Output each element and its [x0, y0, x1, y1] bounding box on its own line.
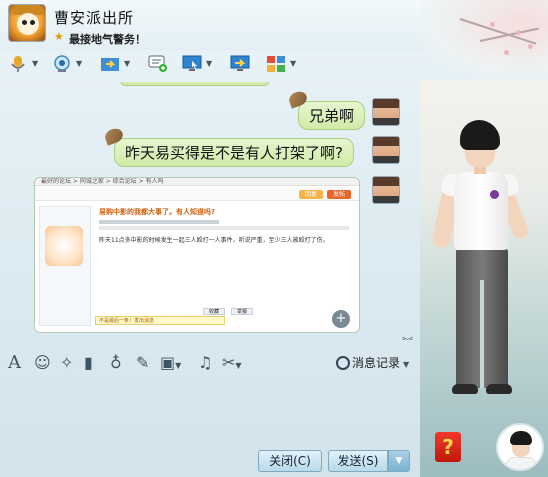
screenshot-favorite: 收藏: [203, 308, 225, 315]
chevron-down-icon[interactable]: ︾: [402, 334, 413, 340]
share-screen-icon: [230, 55, 250, 71]
screenshot-report: 举报: [231, 308, 253, 315]
close-chat-button[interactable]: 关闭(C): [258, 450, 322, 472]
share-screen-button[interactable]: [230, 53, 256, 77]
shake-window-icon[interactable]: ▮: [84, 353, 93, 373]
apps-button[interactable]: ▼: [266, 53, 302, 77]
screenshot-post-title: 易购中影的我都大事了。有人知道吗?: [99, 208, 216, 216]
send-options-chevron-icon[interactable]: ▼: [388, 450, 410, 472]
send-image-icon[interactable]: ▣▼: [160, 353, 181, 373]
music-icon[interactable]: ♫: [198, 353, 212, 373]
contact-signature: 最接地气警务！: [69, 33, 146, 46]
shirt-logo-icon: [490, 190, 499, 199]
self-avatar[interactable]: [496, 423, 544, 471]
font-icon[interactable]: A: [8, 353, 21, 373]
help-question-icon[interactable]: ?: [435, 432, 461, 462]
emoji-icon[interactable]: ☺: [34, 353, 51, 373]
sender-avatar[interactable]: [372, 98, 400, 126]
sender-avatar[interactable]: [372, 176, 400, 204]
sender-avatar[interactable]: [372, 136, 400, 164]
screenshot-footer: 不是最后一条！发出消息: [95, 316, 225, 325]
contact-name[interactable]: 曹安派出所: [54, 7, 134, 28]
contact-avatar[interactable]: [8, 4, 46, 42]
message-bubble[interactable]: 兄弟啊: [287, 89, 366, 130]
screenshot-post-text: 昨天11点多中影的时候发生一起三人殴打一人事件，听说严重，至少三人被殴打了伤。: [99, 237, 329, 244]
voice-call-button[interactable]: ▼: [8, 53, 42, 77]
send-button[interactable]: 发送(S): [328, 450, 388, 472]
zoom-in-icon[interactable]: +: [332, 310, 350, 328]
truncated-message: …: [120, 82, 270, 86]
screenshot-breadcrumb: 最好的论坛 > 同城之家 > 综合论坛 > 有人吗: [35, 178, 359, 186]
message-text: 兄弟啊: [309, 107, 355, 125]
screenshot-user-panel: [39, 206, 91, 326]
message-history-button[interactable]: 消息记录 ▼: [336, 353, 409, 373]
chat-create-group-icon: [148, 55, 167, 72]
send-file-button[interactable]: ▼: [100, 53, 136, 77]
message-input[interactable]: [0, 378, 420, 448]
edit-icon[interactable]: ✎: [136, 353, 149, 373]
screenshot-post-button: 发帖: [327, 190, 351, 199]
screenshot-avatar-image: [45, 226, 83, 266]
create-group-button[interactable]: [148, 53, 174, 77]
remote-assist-icon: [182, 55, 202, 71]
voice-message-icon[interactable]: ♁: [110, 353, 122, 373]
signature-star-icon: ★: [54, 30, 64, 43]
video-call-button[interactable]: ▼: [52, 53, 88, 77]
screenshot-image-message[interactable]: 最好的论坛 > 同城之家 > 综合论坛 > 有人吗 回复 发帖 易购中影的我都大…: [34, 177, 360, 333]
bubble-decoration-icon: [103, 126, 125, 146]
main-toolbar: ▼ ▼ ▼ ▼ ▼: [0, 50, 320, 80]
screenshot-scissors-icon[interactable]: ✂▼: [222, 353, 242, 373]
avatar-show-figure[interactable]: [430, 120, 532, 405]
show-background: [420, 0, 548, 80]
screenshot-reply-button: 回复: [299, 190, 323, 199]
file-transfer-icon: [101, 58, 119, 71]
apps-grid-icon: [267, 56, 285, 72]
message-bubble[interactable]: 昨天易买得是不是有人打架了啊?: [103, 126, 354, 167]
clock-icon: [336, 356, 350, 370]
message-area[interactable]: … 兄弟啊 昨天易买得是不是有人打架了啊? 最好的论坛 > 同城之家 > 综合论…: [0, 82, 420, 340]
webcam-icon: [54, 55, 70, 72]
remote-assistance-button[interactable]: ▼: [182, 53, 220, 77]
bubble-decoration-icon: [287, 89, 309, 109]
history-label: 消息记录: [352, 356, 401, 370]
chevron-down-icon: ▼: [403, 360, 410, 369]
microphone-icon: [11, 56, 25, 72]
magic-emoji-icon[interactable]: ✧: [60, 353, 73, 373]
message-text: 昨天易买得是不是有人打架了啊?: [125, 144, 343, 162]
